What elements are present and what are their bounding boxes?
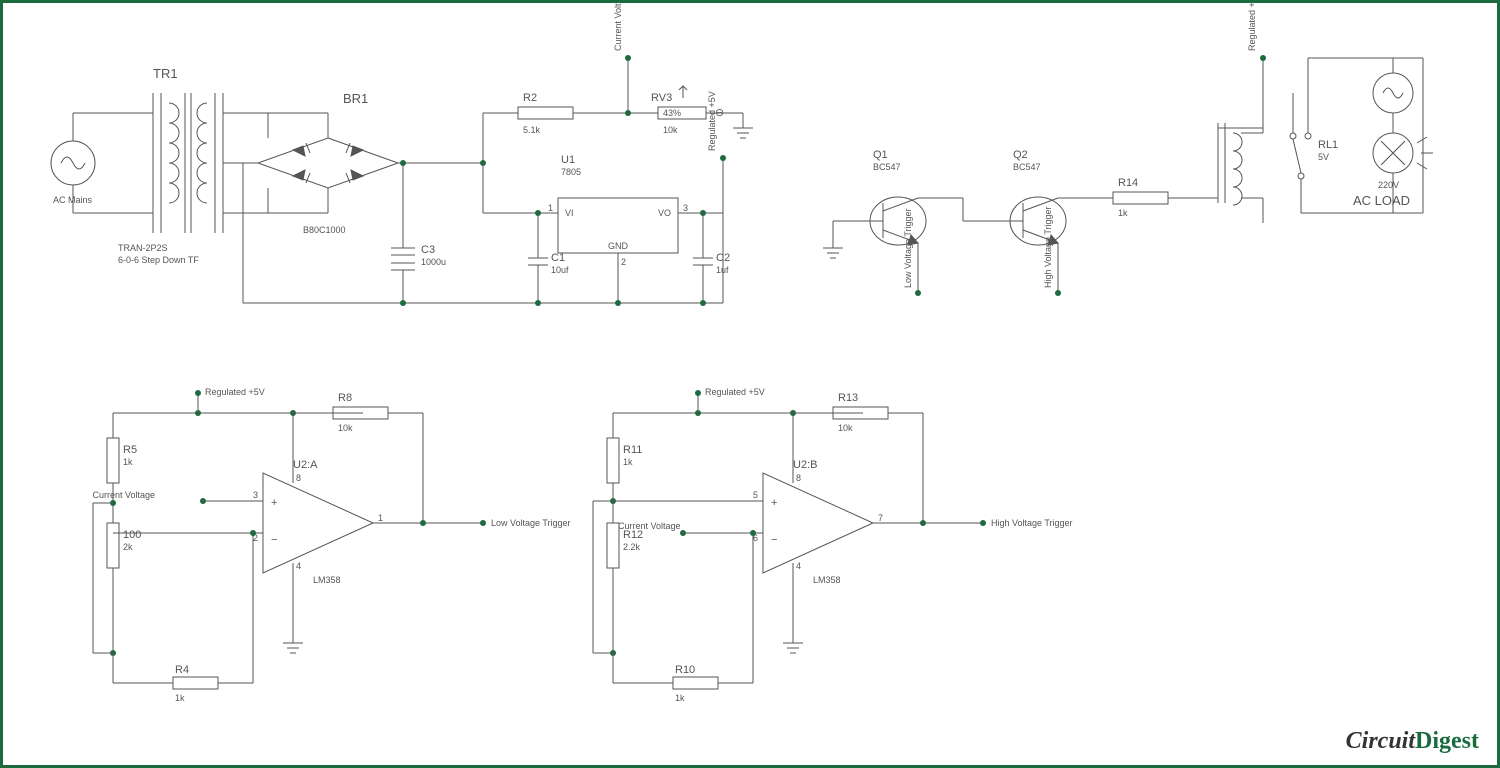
svg-text:+: + [271,497,277,509]
tr1-ref: TR1 [153,66,178,81]
svg-text:−: − [271,534,277,546]
r13-val: 10k [838,423,853,433]
r100-ref: 100 [123,529,141,541]
r13-ref: R13 [838,392,858,404]
r2-ref: R2 [523,92,537,104]
u1-vo: VO [658,208,671,218]
rv3-val: 10k [663,125,678,135]
rv3-pct: 43% [663,108,681,118]
r14-ref: R14 [1118,177,1138,189]
reg5-net-relay: Regulated +5V [1247,3,1257,51]
r4-val: 1k [175,693,185,703]
r11-val: 1k [623,457,633,467]
r8-val: 10k [338,423,353,433]
u2b-p7: 7 [878,513,883,523]
u2b-p5: 5 [753,490,758,500]
u2b-p8: 8 [796,473,801,483]
u2a-p1: 1 [378,513,383,523]
lowtrig-net-a: Low Voltage Trigger [491,518,571,528]
curv-net-top: Current Voltage [613,3,623,51]
curv-net-b: Current Voltage [618,521,681,531]
c3-ref: C3 [421,244,435,256]
u1-p1: 1 [548,203,553,213]
tr1-type: TRAN-2P2S [118,243,168,253]
u2a-p8: 8 [296,473,301,483]
r4-ref: R4 [175,664,189,676]
u2b-p4: 4 [796,561,801,571]
q1-type: BC547 [873,162,901,172]
svg-text:+: + [771,497,777,509]
r11-ref: R11 [623,444,642,456]
u1-p3: 3 [683,203,688,213]
curv-net-a: Current Voltage [92,490,155,500]
reg5-net-b: Regulated +5V [705,387,765,397]
q2-type: BC547 [1013,162,1041,172]
u2a-ref: U2:A [293,459,318,471]
u1-p2: 2 [621,257,626,267]
reg5-net-a: Regulated +5V [205,387,265,397]
u1-type: 7805 [561,167,581,177]
u2b-type: LM358 [813,575,841,585]
hightrig-net-b: High Voltage Trigger [991,518,1073,528]
r14-val: 1k [1118,208,1128,218]
r8-ref: R8 [338,392,352,404]
load-label: AC LOAD [1353,193,1410,208]
br1-type: B80C1000 [303,225,346,235]
brand-logo: CircuitDigest [1346,728,1479,755]
r100-val: 2k [123,542,133,552]
c1-ref: C1 [551,252,565,264]
c3-val: 1000u [421,257,446,267]
r10-ref: R10 [675,664,695,676]
u1-gnd: GND [608,241,629,251]
u2b-ref: U2:B [793,459,817,471]
c1-val: 10uf [551,265,569,275]
u2a-type: LM358 [313,575,341,585]
rl1-val: 5V [1318,152,1329,162]
rl1-ref: RL1 [1318,139,1338,151]
q1-ref: Q1 [873,149,888,161]
u1-vi: VI [565,208,574,218]
r10-val: 1k [675,693,685,703]
svg-text:−: − [771,534,777,546]
tr1-note: 6-0-6 Step Down TF [118,255,199,265]
br1-ref: BR1 [343,91,368,106]
r12-val: 2.2k [623,542,641,552]
r5-val: 1k [123,457,133,467]
u1-ref: U1 [561,154,575,166]
rv3-ref: RV3 [651,92,672,104]
q2-ref: Q2 [1013,149,1028,161]
r5-ref: R5 [123,444,137,456]
u2a-p3: 3 [253,490,258,500]
reg5-net-u1: Regulated +5V [707,91,717,151]
hightrig-net-q2: High Voltage Trigger [1043,206,1053,288]
u2a-p4: 4 [296,561,301,571]
r2-val: 5.1k [523,125,541,135]
load-val: 220V [1378,180,1399,190]
lowtrig-net-q1: Low Voltage Trigger [903,208,913,288]
